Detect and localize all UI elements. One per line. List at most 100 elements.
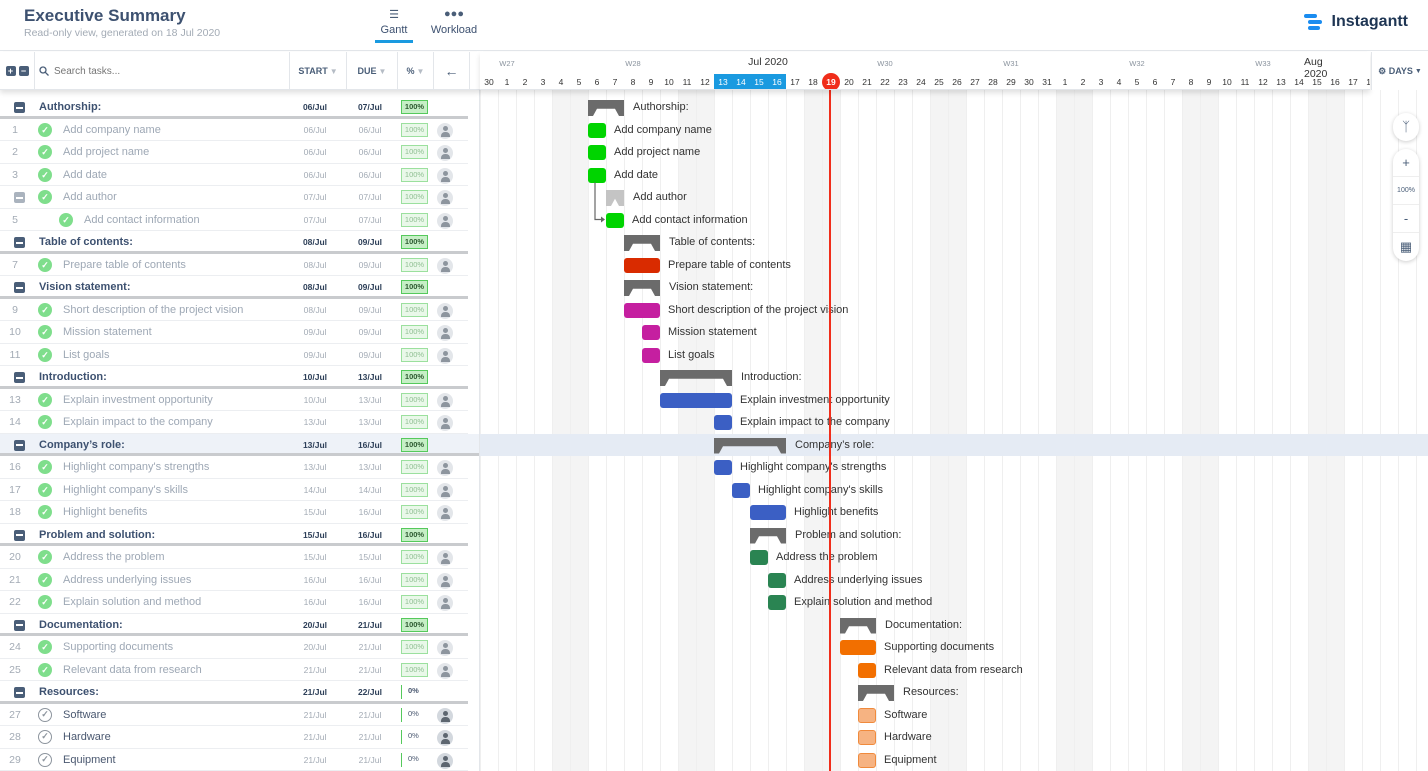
task-name[interactable]: Short description of the project vision bbox=[63, 304, 243, 316]
complete-check-icon[interactable]: ✓ bbox=[38, 167, 52, 182]
assignee-avatar[interactable] bbox=[437, 145, 453, 161]
assignee-avatar[interactable] bbox=[437, 505, 453, 521]
group-row[interactable]: Authorship: 06/Jul 07/Jul 100% bbox=[0, 96, 468, 119]
assignee-avatar[interactable] bbox=[437, 212, 453, 229]
assignee-avatar[interactable] bbox=[437, 257, 453, 274]
day-label[interactable]: 30 bbox=[1020, 74, 1038, 89]
tab-workload[interactable]: ●●● Workload bbox=[428, 8, 480, 36]
day-label[interactable]: 26 bbox=[948, 74, 966, 89]
day-label[interactable]: 29 bbox=[1002, 74, 1020, 89]
task-name[interactable]: Explain impact to the company bbox=[63, 416, 213, 428]
task-name[interactable]: Problem and solution: bbox=[39, 529, 155, 541]
day-label[interactable]: 20 bbox=[840, 74, 858, 89]
collapse-group-icon[interactable] bbox=[14, 687, 25, 698]
complete-check-icon[interactable]: ✓ bbox=[59, 212, 73, 227]
day-label[interactable]: 8 bbox=[624, 74, 642, 89]
assignee-avatar[interactable] bbox=[437, 707, 453, 724]
day-label[interactable]: 27 bbox=[966, 74, 984, 89]
task-row[interactable]: 28 ✓ Hardware 21/Jul 21/Jul 0% bbox=[0, 726, 468, 749]
assignee-avatar[interactable] bbox=[437, 482, 453, 499]
complete-check-icon[interactable]: ✓ bbox=[38, 550, 52, 564]
collapse-group-icon[interactable] bbox=[14, 102, 25, 113]
task-row[interactable]: 14 ✓ Explain impact to the company 13/Jul 13… bbox=[0, 411, 468, 434]
complete-check-icon[interactable]: ✓ bbox=[38, 347, 52, 362]
day-label[interactable]: 4 bbox=[552, 74, 570, 89]
task-row[interactable]: 17 ✓ Highlight company's skills 14/Jul 14/Ju… bbox=[0, 479, 468, 501]
day-label[interactable]: 28 bbox=[984, 74, 1002, 89]
task-name[interactable]: Highlight company's skills bbox=[63, 484, 188, 496]
assignee-avatar[interactable] bbox=[437, 167, 453, 184]
assignee-avatar[interactable] bbox=[437, 347, 453, 364]
day-label[interactable]: 7 bbox=[606, 74, 624, 89]
task-name[interactable]: Hardware bbox=[63, 731, 111, 743]
day-label[interactable]: 23 bbox=[894, 74, 912, 89]
branch-icon[interactable]: ᛉ bbox=[1393, 113, 1419, 141]
task-row[interactable]: 29 ✓ Equipment 21/Jul 21/Jul 0% bbox=[0, 749, 468, 771]
day-label[interactable]: 14 bbox=[1290, 74, 1308, 89]
task-name[interactable]: Highlight benefits bbox=[63, 506, 147, 518]
complete-check-icon[interactable]: ✓ bbox=[38, 122, 52, 137]
filter-icon[interactable]: ▼ bbox=[330, 67, 338, 76]
zoom-out-button[interactable]: - bbox=[1393, 205, 1419, 233]
task-row[interactable]: 20 ✓ Address the problem 15/Jul 15/Jul 100% bbox=[0, 546, 468, 569]
day-label[interactable]: 8 bbox=[1182, 74, 1200, 89]
day-label[interactable]: 1 bbox=[498, 74, 516, 89]
complete-check-icon[interactable]: ✓ bbox=[38, 257, 52, 272]
task-name[interactable]: Authorship: bbox=[39, 101, 101, 113]
tab-gantt[interactable]: ☰ Gantt bbox=[375, 8, 413, 43]
day-label[interactable]: 22 bbox=[876, 74, 894, 89]
day-label[interactable]: 16 bbox=[768, 74, 786, 89]
group-row[interactable]: Table of contents: 08/Jul 09/Jul 100% bbox=[0, 231, 468, 254]
task-row[interactable]: 22 ✓ Explain solution and method 16/Jul 16/J… bbox=[0, 591, 468, 614]
assignee-avatar[interactable] bbox=[437, 640, 453, 656]
task-name[interactable]: Add date bbox=[63, 169, 107, 181]
complete-check-icon[interactable]: ✓ bbox=[38, 572, 52, 587]
group-row[interactable]: Company’s role: 13/Jul 16/Jul 100% bbox=[0, 433, 479, 456]
column-due[interactable]: DUE ▼ bbox=[347, 52, 398, 90]
column-percent[interactable]: % ▼ bbox=[398, 52, 434, 90]
task-name[interactable]: Add company name bbox=[63, 124, 161, 136]
day-label[interactable]: 30 bbox=[480, 74, 498, 89]
task-name[interactable]: Explain solution and method bbox=[63, 596, 201, 608]
incomplete-check-icon[interactable]: ✓ bbox=[38, 752, 52, 767]
collapse-group-icon[interactable] bbox=[14, 619, 25, 631]
day-label[interactable]: 5 bbox=[570, 74, 588, 89]
task-name[interactable]: Add project name bbox=[63, 146, 149, 158]
day-label[interactable]: 18 bbox=[1362, 74, 1370, 89]
task-row[interactable]: 24 ✓ Supporting documents 20/Jul 21/Jul 100% bbox=[0, 636, 468, 659]
collapse-subtasks-icon[interactable] bbox=[14, 192, 25, 203]
complete-check-icon[interactable]: ✓ bbox=[38, 460, 52, 474]
day-label[interactable]: 7 bbox=[1164, 74, 1182, 89]
collapse-table-button[interactable]: ← bbox=[434, 52, 470, 90]
day-label[interactable]: 19 bbox=[822, 73, 840, 89]
filter-icon[interactable]: ▼ bbox=[379, 67, 387, 76]
task-name[interactable]: Highlight company's strengths bbox=[63, 461, 209, 473]
assignee-avatar[interactable] bbox=[437, 302, 453, 319]
collapse-group-icon[interactable] bbox=[14, 529, 25, 541]
day-label[interactable]: 9 bbox=[1200, 74, 1218, 89]
complete-check-icon[interactable]: ✓ bbox=[38, 325, 52, 339]
day-label[interactable]: 5 bbox=[1128, 74, 1146, 89]
assignee-avatar[interactable] bbox=[437, 662, 453, 679]
day-label[interactable]: 18 bbox=[804, 74, 822, 89]
day-label[interactable]: 17 bbox=[786, 74, 804, 89]
day-label[interactable]: 13 bbox=[714, 74, 732, 89]
task-row[interactable]: 11 ✓ List goals 09/Jul 09/Jul 100% bbox=[0, 344, 468, 366]
task-row[interactable]: 10 ✓ Mission statement 09/Jul 09/Jul 100% bbox=[0, 321, 468, 344]
day-label[interactable]: 10 bbox=[1218, 74, 1236, 89]
day-label[interactable]: 15 bbox=[1308, 74, 1326, 89]
complete-check-icon[interactable]: ✓ bbox=[38, 482, 52, 497]
task-row[interactable]: 27 ✓ Software 21/Jul 21/Jul 0% bbox=[0, 704, 468, 726]
expand-all-icon[interactable]: + bbox=[5, 66, 16, 76]
day-label[interactable]: 11 bbox=[678, 74, 696, 89]
collapse-group-icon[interactable] bbox=[14, 372, 25, 383]
complete-check-icon[interactable]: ✓ bbox=[38, 145, 52, 159]
collapse-group-icon[interactable] bbox=[14, 237, 25, 248]
day-label[interactable]: 14 bbox=[732, 74, 750, 89]
assignee-avatar[interactable] bbox=[437, 550, 453, 566]
day-label[interactable]: 9 bbox=[642, 74, 660, 89]
day-label[interactable]: 10 bbox=[660, 74, 678, 89]
day-label[interactable]: 16 bbox=[1326, 74, 1344, 89]
task-row[interactable]: 3 ✓ Add date 06/Jul 06/Jul 100% bbox=[0, 164, 468, 186]
day-label[interactable]: 4 bbox=[1110, 74, 1128, 89]
